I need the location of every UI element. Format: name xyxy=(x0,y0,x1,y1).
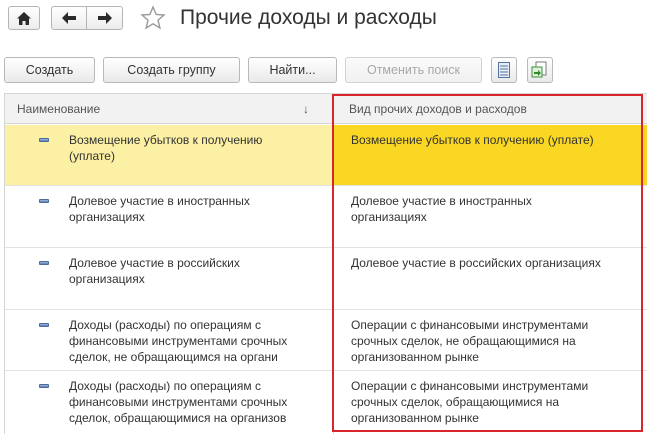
item-name-line: Долевое участие в иностранных xyxy=(69,194,250,208)
back-button[interactable] xyxy=(51,6,87,30)
item-name-line: организациях xyxy=(69,210,145,224)
item-type-text: Операции с финансовыми инструментами сроч… xyxy=(351,378,641,426)
find-button[interactable]: Найти... xyxy=(248,57,337,83)
list-settings-button[interactable] xyxy=(491,57,517,83)
item-element-icon xyxy=(39,261,49,265)
item-element-icon xyxy=(39,138,49,142)
table-row[interactable]: Возмещение убытков к получению (уплате) Во… xyxy=(5,125,647,186)
item-name-line: финансовыми инструментами срочных xyxy=(69,395,288,409)
item-element-icon xyxy=(39,199,49,203)
create-group-button[interactable]: Создать группу xyxy=(103,57,240,83)
item-type-line: срочных сделок, не обращающимися на xyxy=(351,334,576,348)
export-button[interactable] xyxy=(527,57,553,83)
table-row[interactable]: Доходы (расходы) по операциям с финансовы… xyxy=(5,371,647,434)
item-name-text: Возмещение убытков к получению (уплате) xyxy=(69,132,327,164)
home-button[interactable] xyxy=(8,6,40,30)
item-name-line: Возмещение убытков к получению xyxy=(69,133,263,147)
list-settings-icon xyxy=(498,62,510,78)
item-name-line: Доходы (расходы) по операциям с xyxy=(69,379,261,393)
item-type-line: Долевое участие в российских организация… xyxy=(351,256,601,270)
column-header-name[interactable]: Наименование xyxy=(17,94,327,124)
item-name-line: сделок, не обращающимся на органи xyxy=(69,350,278,364)
table-row[interactable]: Доходы (расходы) по операциям с финансовы… xyxy=(5,310,647,371)
item-name-line: сделок, обращающимися на организов xyxy=(69,411,287,425)
create-button[interactable]: Создать xyxy=(4,57,95,83)
item-type-text: Долевое участие в российских организация… xyxy=(351,255,641,271)
sort-arrow-icon: ↓ xyxy=(303,102,309,116)
item-name-line: Долевое участие в российских xyxy=(69,256,240,270)
item-name-line: организациях xyxy=(69,272,145,286)
item-type-text: Возмещение убытков к получению (уплате) xyxy=(351,132,641,148)
item-type-line: организациях xyxy=(351,210,427,224)
command-bar: Создать Создать группу Найти... Отменить… xyxy=(0,57,647,85)
title-bar: Прочие доходы и расходы xyxy=(0,0,647,44)
item-type-line: срочных сделок, обращающимися на xyxy=(351,395,560,409)
item-type-line: организованном рынке xyxy=(351,411,479,425)
item-name-text: Доходы (расходы) по операциям с финансовы… xyxy=(69,317,327,365)
table-row[interactable]: Долевое участие в иностранных организация… xyxy=(5,186,647,248)
table-row[interactable]: Долевое участие в российских организациях… xyxy=(5,248,647,310)
arrow-right-icon xyxy=(97,12,112,24)
list-grid[interactable]: Наименование ↓ Вид прочих доходов и расх… xyxy=(4,93,647,434)
item-type-text: Операции с финансовыми инструментами сроч… xyxy=(351,317,641,365)
item-type-line: Возмещение убытков к получению (уплате) xyxy=(351,133,594,147)
item-name-line: (уплате) xyxy=(69,149,115,163)
item-type-text: Долевое участие в иностранных организация… xyxy=(351,193,641,225)
arrow-left-icon xyxy=(62,12,76,24)
favorite-star-icon[interactable] xyxy=(140,5,166,31)
home-icon xyxy=(17,11,31,25)
cancel-search-button[interactable]: Отменить поиск xyxy=(345,57,482,83)
grid-header: Наименование ↓ Вид прочих доходов и расх… xyxy=(5,94,647,124)
item-type-line: организованном рынке xyxy=(351,350,479,364)
export-icon xyxy=(531,61,547,78)
item-type-line: Операции с финансовыми инструментами xyxy=(351,379,589,393)
item-type-line: Операции с финансовыми инструментами xyxy=(351,318,589,332)
item-name-text: Долевое участие в российских организациях xyxy=(69,255,327,287)
page-title: Прочие доходы и расходы xyxy=(180,6,437,29)
forward-button[interactable] xyxy=(86,6,123,30)
item-name-text: Доходы (расходы) по операциям с финансовы… xyxy=(69,378,327,426)
item-name-line: финансовыми инструментами срочных xyxy=(69,334,288,348)
item-element-icon xyxy=(39,323,49,327)
item-type-line: Долевое участие в иностранных xyxy=(351,194,532,208)
item-name-line: Доходы (расходы) по операциям с xyxy=(69,318,261,332)
column-header-type[interactable]: Вид прочих доходов и расходов xyxy=(349,94,639,124)
item-element-icon xyxy=(39,384,49,388)
item-name-text: Долевое участие в иностранных организация… xyxy=(69,193,327,225)
